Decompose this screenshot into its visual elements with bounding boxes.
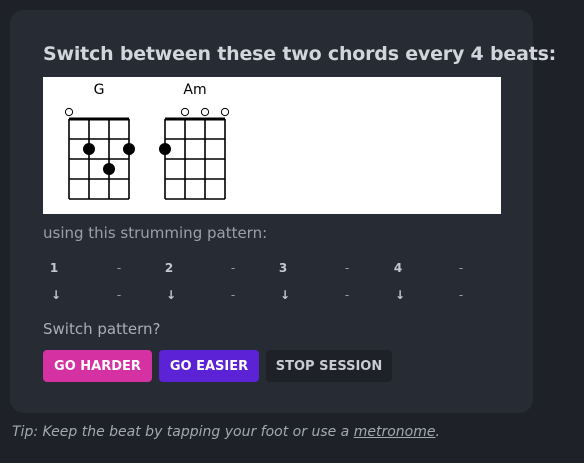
go-harder-button[interactable]: GO HARDER: [43, 350, 152, 382]
beat-separator: -: [116, 261, 122, 275]
chord-name-g: G: [94, 82, 105, 98]
beat-count: 4: [393, 261, 403, 275]
beat-count: 2: [164, 261, 174, 275]
tip-prefix: Tip: Keep the beat by tapping your foot …: [12, 424, 354, 440]
strum-down-arrow-icon: ↓: [279, 288, 291, 302]
switch-pattern-label: Switch pattern?: [43, 320, 161, 338]
strum-down-arrow-icon: ↓: [50, 288, 62, 302]
lesson-title: Switch between these two chords every 4 …: [43, 43, 557, 65]
strum-separator: -: [458, 288, 464, 302]
metronome-link[interactable]: metronome: [354, 424, 436, 440]
beat-separator: -: [230, 261, 236, 275]
open-string-marker: [220, 107, 230, 117]
finger-dot: [123, 143, 135, 155]
finger-dot: [159, 143, 171, 155]
finger-dot: [83, 143, 95, 155]
chord-diagram-g: G: [64, 82, 135, 200]
strum-separator: -: [344, 288, 350, 302]
beat-separator: -: [344, 261, 350, 275]
beat-count: 1: [49, 261, 59, 275]
open-string-marker: [64, 107, 74, 117]
beat-separator: -: [458, 261, 464, 275]
open-string-marker: [200, 107, 210, 117]
lesson-card: Switch between these two chords every 4 …: [10, 10, 556, 413]
strum-down-arrow-icon: ↓: [394, 288, 406, 302]
strum-separator: -: [116, 288, 122, 302]
finger-dot: [103, 163, 115, 175]
chord-diagrams-panel: G Am: [43, 77, 501, 214]
strum-separator: -: [230, 288, 236, 302]
strumming-label: using this strumming pattern:: [43, 224, 268, 242]
strum-down-arrow-icon: ↓: [165, 288, 177, 302]
tip-suffix: .: [435, 424, 440, 440]
chord-diagram-am: Am: [159, 82, 230, 200]
chord-name-am: Am: [183, 82, 206, 98]
go-easier-button[interactable]: GO EASIER: [159, 350, 259, 382]
stop-session-button[interactable]: STOP SESSION: [266, 350, 392, 382]
chord-diagrams: G Am: [64, 82, 230, 200]
tip-text: Tip: Keep the beat by tapping your foot …: [12, 424, 440, 440]
open-string-marker: [180, 107, 190, 117]
beat-count: 3: [278, 261, 288, 275]
